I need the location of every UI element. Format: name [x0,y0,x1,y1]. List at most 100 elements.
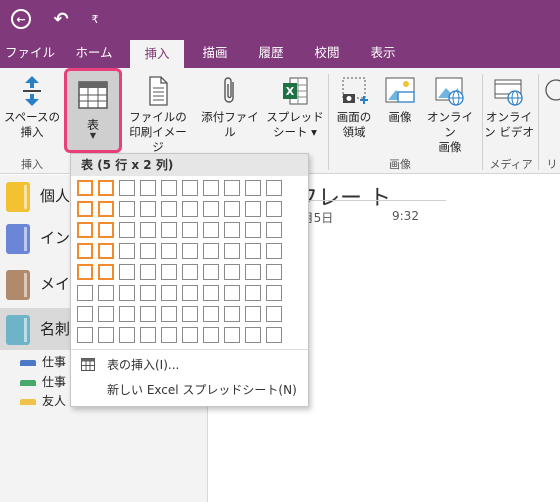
table-grid-cell[interactable] [140,222,156,238]
table-grid-cell[interactable] [119,306,135,322]
table-grid-cell[interactable] [266,285,282,301]
table-grid-cell[interactable] [140,243,156,259]
table-grid-cell[interactable] [245,327,261,343]
table-grid-cell[interactable] [224,285,240,301]
table-grid-cell[interactable] [140,306,156,322]
table-grid-cell[interactable] [182,285,198,301]
tab-history[interactable]: 履歴 [248,38,294,68]
page-title[interactable]: フレー ト [296,180,391,212]
back-button[interactable]: ← [8,6,34,32]
table-grid-cell[interactable] [119,201,135,217]
table-grid-cell[interactable] [245,201,261,217]
new-excel-spreadsheet-menu-item[interactable]: 新しい Excel スプレッドシート(N) [71,378,308,402]
table-grid-cell[interactable] [161,201,177,217]
table-grid-cell[interactable] [119,243,135,259]
table-grid-cell[interactable] [245,243,261,259]
table-grid-cell[interactable] [203,327,219,343]
table-grid-cell[interactable] [161,285,177,301]
table-grid-cell[interactable] [161,243,177,259]
table-grid-cell[interactable] [161,222,177,238]
table-grid-cell[interactable] [98,285,114,301]
table-grid-cell[interactable] [161,180,177,196]
table-grid-cell[interactable] [77,327,93,343]
table-grid-cell[interactable] [266,264,282,280]
tab-home[interactable]: ホーム [66,38,122,68]
table-grid-cell[interactable] [224,243,240,259]
table-grid-cell[interactable] [119,264,135,280]
table-grid-cell[interactable] [140,285,156,301]
table-grid-cell[interactable] [224,327,240,343]
tab-view[interactable]: 表示 [360,38,406,68]
insert-table-menu-item[interactable]: 表の挿入(I)... [71,353,308,377]
table-grid-cell[interactable] [98,327,114,343]
screen-clipping-button[interactable]: 画面の 領域 [330,74,378,140]
spreadsheet-button[interactable]: X スプレッド シート ▾ [266,74,324,140]
table-grid-cell[interactable] [224,222,240,238]
file-printout-button[interactable]: ファイルの 印刷イメージ [126,74,190,155]
table-grid-cell[interactable] [182,180,198,196]
table-grid-cell[interactable] [266,201,282,217]
table-grid-cell[interactable] [245,285,261,301]
table-grid-cell[interactable] [203,285,219,301]
table-grid-cell[interactable] [245,306,261,322]
table-grid-cell[interactable] [266,327,282,343]
table-grid-cell[interactable] [140,327,156,343]
table-grid-cell[interactable] [182,264,198,280]
table-grid-cell[interactable] [161,264,177,280]
table-grid-cell[interactable] [224,264,240,280]
table-grid-cell[interactable] [182,243,198,259]
insert-space-button[interactable]: スペースの 挿入 [2,74,62,140]
table-grid-cell[interactable] [98,180,114,196]
table-grid-cell[interactable] [266,243,282,259]
table-grid-cell[interactable] [119,180,135,196]
table-grid-cell[interactable] [203,222,219,238]
table-grid-cell[interactable] [245,180,261,196]
table-grid-cell[interactable] [224,180,240,196]
table-grid-cell[interactable] [203,306,219,322]
table-grid-cell[interactable] [224,306,240,322]
table-grid-cell[interactable] [161,327,177,343]
table-grid-cell[interactable] [140,264,156,280]
tab-insert[interactable]: 挿入 [130,40,184,68]
table-grid-cell[interactable] [266,222,282,238]
undo-button[interactable]: ↶ [48,6,74,32]
section-item[interactable]: 友人 [20,392,66,408]
table-grid-cell[interactable] [77,285,93,301]
table-grid-cell[interactable] [182,222,198,238]
table-grid-cell[interactable] [77,180,93,196]
table-grid-cell[interactable] [77,306,93,322]
table-grid-cell[interactable] [119,327,135,343]
table-grid-cell[interactable] [119,285,135,301]
table-grid-cell[interactable] [98,201,114,217]
table-grid-cell[interactable] [98,306,114,322]
section-item[interactable]: 仕事 [20,353,66,369]
customize-quick-access-button[interactable]: ₹ [82,6,108,32]
table-grid-cell[interactable] [182,201,198,217]
table-grid-cell[interactable] [77,243,93,259]
tab-file[interactable]: ファイル [2,38,58,68]
table-grid-cell[interactable] [245,222,261,238]
table-grid-cell[interactable] [266,180,282,196]
table-grid-cell[interactable] [182,327,198,343]
table-grid-cell[interactable] [77,201,93,217]
table-grid-cell[interactable] [266,306,282,322]
attach-file-button[interactable]: 添付ファイル [196,74,264,140]
section-item[interactable]: 仕事 [20,373,66,389]
online-video-button[interactable]: オンライ ン ビデオ [484,74,534,140]
table-grid-cell[interactable] [224,201,240,217]
table-grid-cell[interactable] [77,222,93,238]
table-grid-cell[interactable] [98,264,114,280]
table-grid-cell[interactable] [203,201,219,217]
table-grid-cell[interactable] [98,243,114,259]
table-grid-cell[interactable] [203,180,219,196]
tab-review[interactable]: 校閲 [304,38,350,68]
table-grid-cell[interactable] [245,264,261,280]
table-grid-cell[interactable] [203,243,219,259]
table-grid-cell[interactable] [161,306,177,322]
online-pictures-button[interactable]: オンライン 画像 [422,74,478,155]
table-grid-cell[interactable] [119,222,135,238]
tab-draw[interactable]: 描画 [192,38,238,68]
table-grid-cell[interactable] [203,264,219,280]
table-grid-cell[interactable] [98,222,114,238]
table-grid-cell[interactable] [77,264,93,280]
